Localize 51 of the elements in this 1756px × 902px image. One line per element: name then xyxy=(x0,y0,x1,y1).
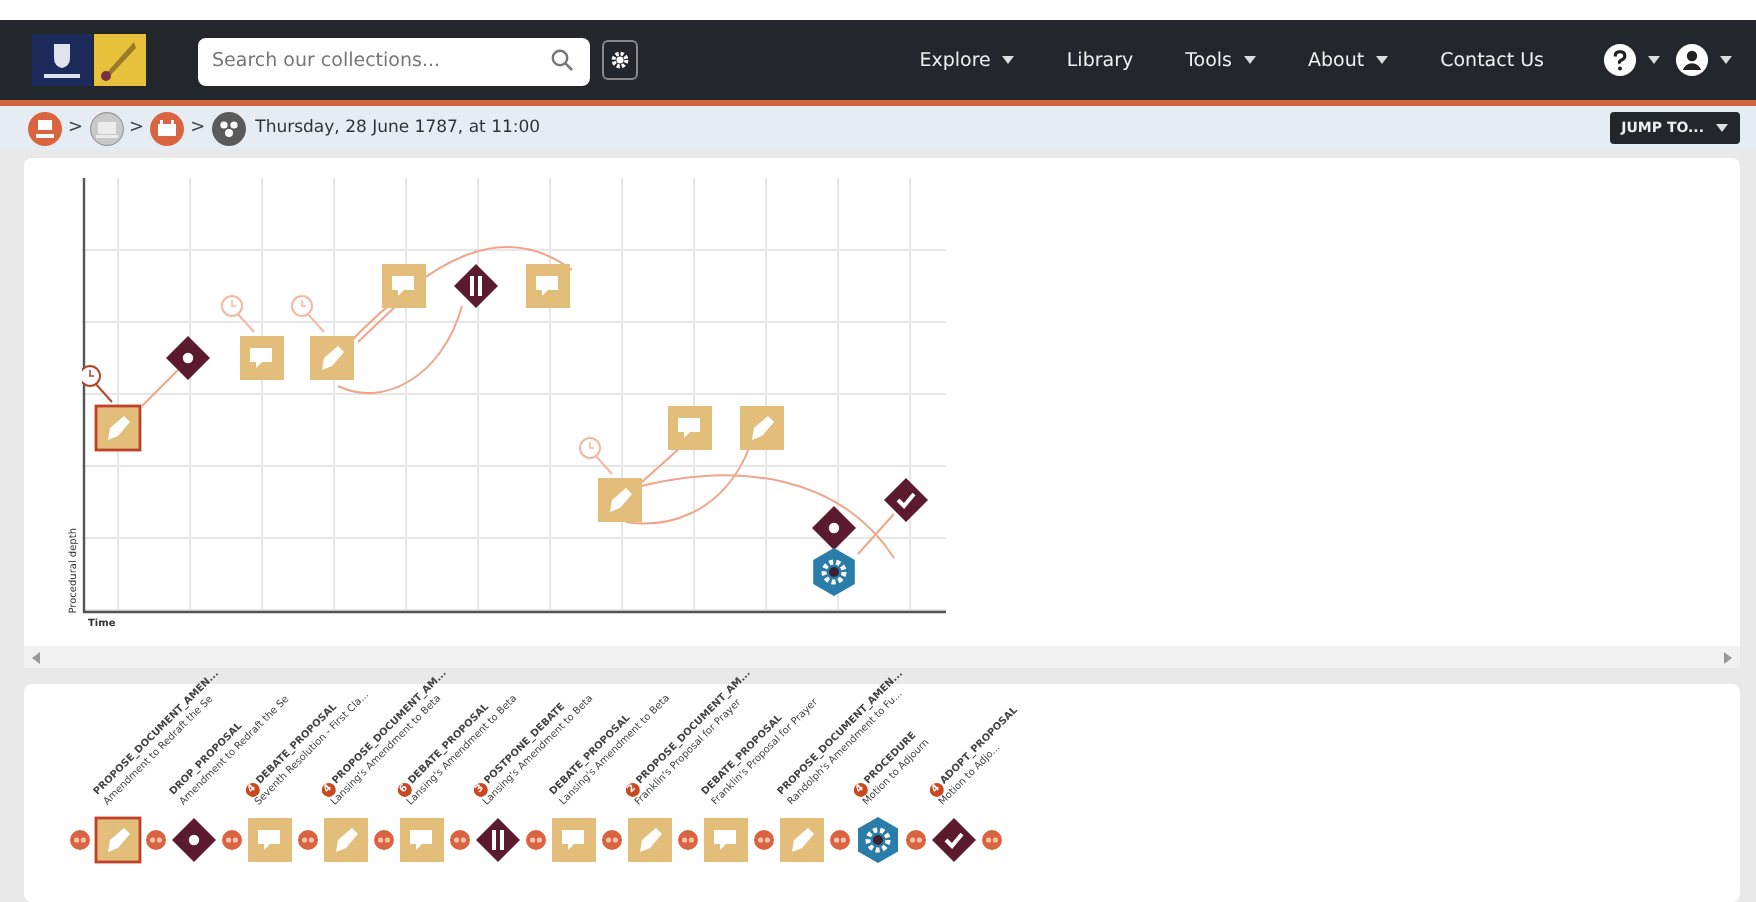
scroll-right-icon[interactable] xyxy=(1724,651,1732,663)
link-circle-icon[interactable] xyxy=(754,830,774,850)
document-circle-icon[interactable] xyxy=(28,111,62,145)
nav-link[interactable]: Tools xyxy=(1185,49,1257,71)
link-circle-icon[interactable] xyxy=(298,830,318,850)
pause-diamond-icon[interactable] xyxy=(476,818,520,862)
crest-logo[interactable] xyxy=(32,34,92,86)
caret-icon xyxy=(1002,56,1015,64)
session-title: Thursday, 28 June 1787, at 11:00 xyxy=(255,118,541,138)
link-circle-icon[interactable] xyxy=(906,830,926,850)
link-circle-icon[interactable] xyxy=(70,830,90,850)
help-icon xyxy=(1604,44,1636,76)
link-circle-icon[interactable] xyxy=(526,830,546,850)
nav-link[interactable]: Contact Us xyxy=(1440,49,1544,71)
horizontal-scrollbar[interactable] xyxy=(24,646,1740,668)
breadcrumb-separator: > xyxy=(68,118,84,138)
quill-logo[interactable] xyxy=(94,34,146,86)
gear-hexagon-icon[interactable] xyxy=(813,548,855,596)
pause-diamond-icon[interactable] xyxy=(454,264,498,308)
caret-icon xyxy=(1716,124,1728,132)
breadcrumb-separator: > xyxy=(129,118,145,138)
check-diamond-icon[interactable] xyxy=(932,818,976,862)
link-circle-icon[interactable] xyxy=(678,830,698,850)
caret-icon xyxy=(1648,56,1660,64)
user-icon xyxy=(1676,44,1708,76)
link-circle-icon[interactable] xyxy=(374,830,394,850)
pen-square-icon[interactable] xyxy=(94,404,142,452)
caret-icon xyxy=(1244,56,1257,64)
scroll-left-icon[interactable] xyxy=(32,651,40,663)
gear-hexagon-icon[interactable] xyxy=(858,817,898,863)
link-circle-icon[interactable] xyxy=(222,830,242,850)
caret-icon xyxy=(1376,56,1389,64)
check-diamond-icon[interactable] xyxy=(884,478,928,522)
breadcrumb-separator: > xyxy=(190,118,206,138)
search-icon xyxy=(550,48,574,72)
pen-square-icon[interactable] xyxy=(94,816,142,864)
laptop-circle-icon[interactable] xyxy=(89,111,124,145)
nav-link[interactable]: Library xyxy=(1066,49,1134,71)
link-circle-icon[interactable] xyxy=(146,830,166,850)
link-circle-icon[interactable] xyxy=(830,830,850,850)
calendar-circle-icon[interactable] xyxy=(150,111,185,145)
search-field[interactable]: Search our collections... xyxy=(198,37,590,85)
nav-link[interactable]: Explore xyxy=(919,49,1015,71)
people-circle-icon[interactable] xyxy=(211,111,246,145)
link-circle-icon[interactable] xyxy=(450,830,470,850)
nav-link[interactable]: About xyxy=(1308,49,1389,71)
link-circle-icon[interactable] xyxy=(602,830,622,850)
caret-icon xyxy=(1720,56,1732,64)
link-circle-icon[interactable] xyxy=(982,830,1002,850)
settings-button[interactable] xyxy=(602,40,638,80)
settings-icon xyxy=(610,50,630,70)
